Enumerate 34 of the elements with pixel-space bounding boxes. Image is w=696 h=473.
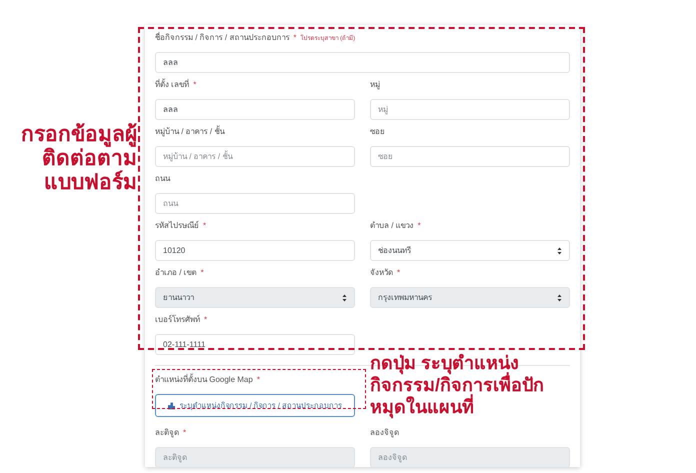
field-label: ตำบล / แขวง xyxy=(370,222,414,230)
updown-icon xyxy=(342,294,347,302)
required-mark: * xyxy=(293,34,296,42)
field-label: หมู่บ้าน / อาคาร / ชั้น xyxy=(155,128,224,136)
field-label: ถนน xyxy=(155,175,170,183)
field-label: ลองจิจูด xyxy=(370,429,399,437)
field-label: รหัสไปรษณีย์ xyxy=(155,222,199,230)
input-field[interactable]: ลลล xyxy=(155,52,570,73)
field-label: ละติจูด xyxy=(155,429,179,437)
required-mark: * xyxy=(183,429,186,437)
input-field[interactable]: 10120 xyxy=(155,240,355,261)
required-mark: * xyxy=(193,81,196,89)
field-label: ที่ตั้ง เลขที่ xyxy=(155,81,190,89)
required-mark: * xyxy=(200,269,204,277)
input-field[interactable]: ลลล xyxy=(155,99,355,120)
updown-icon xyxy=(557,246,562,254)
required-mark: * xyxy=(418,222,421,230)
form-note: กรอกข้อมูลผู้ติดต่อตามแบบฟอร์ม xyxy=(20,123,137,196)
map-note: กดปุ่ม ระบุตำแหน่งกิจกรรม/กิจการเพื่อปักหมุดในแผนที่ xyxy=(370,352,546,418)
required-mark: * xyxy=(256,376,260,384)
required-mark: * xyxy=(204,316,208,324)
field-label: ชื่อกิจกรรม / กิจการ / สถานประกอบการ xyxy=(155,34,290,42)
required-mark: * xyxy=(397,269,400,277)
updown-icon xyxy=(557,294,562,302)
field-label: หมู่ xyxy=(370,81,380,89)
buildings-icon xyxy=(168,402,176,410)
field-label: จังหวัด xyxy=(370,269,393,277)
field-label: อำเภอ / เขต xyxy=(155,269,197,277)
required-mark: * xyxy=(203,222,206,230)
field-label: เบอร์โทรศัพท์ xyxy=(155,316,200,324)
field-label: ซอย xyxy=(370,128,385,136)
select-field[interactable]: ช่องนนทรี xyxy=(370,240,570,261)
field-label: ตำแหน่งที่ตั้งบน Google Map xyxy=(155,376,253,384)
input-field[interactable]: 02-111-1111 xyxy=(155,334,355,355)
